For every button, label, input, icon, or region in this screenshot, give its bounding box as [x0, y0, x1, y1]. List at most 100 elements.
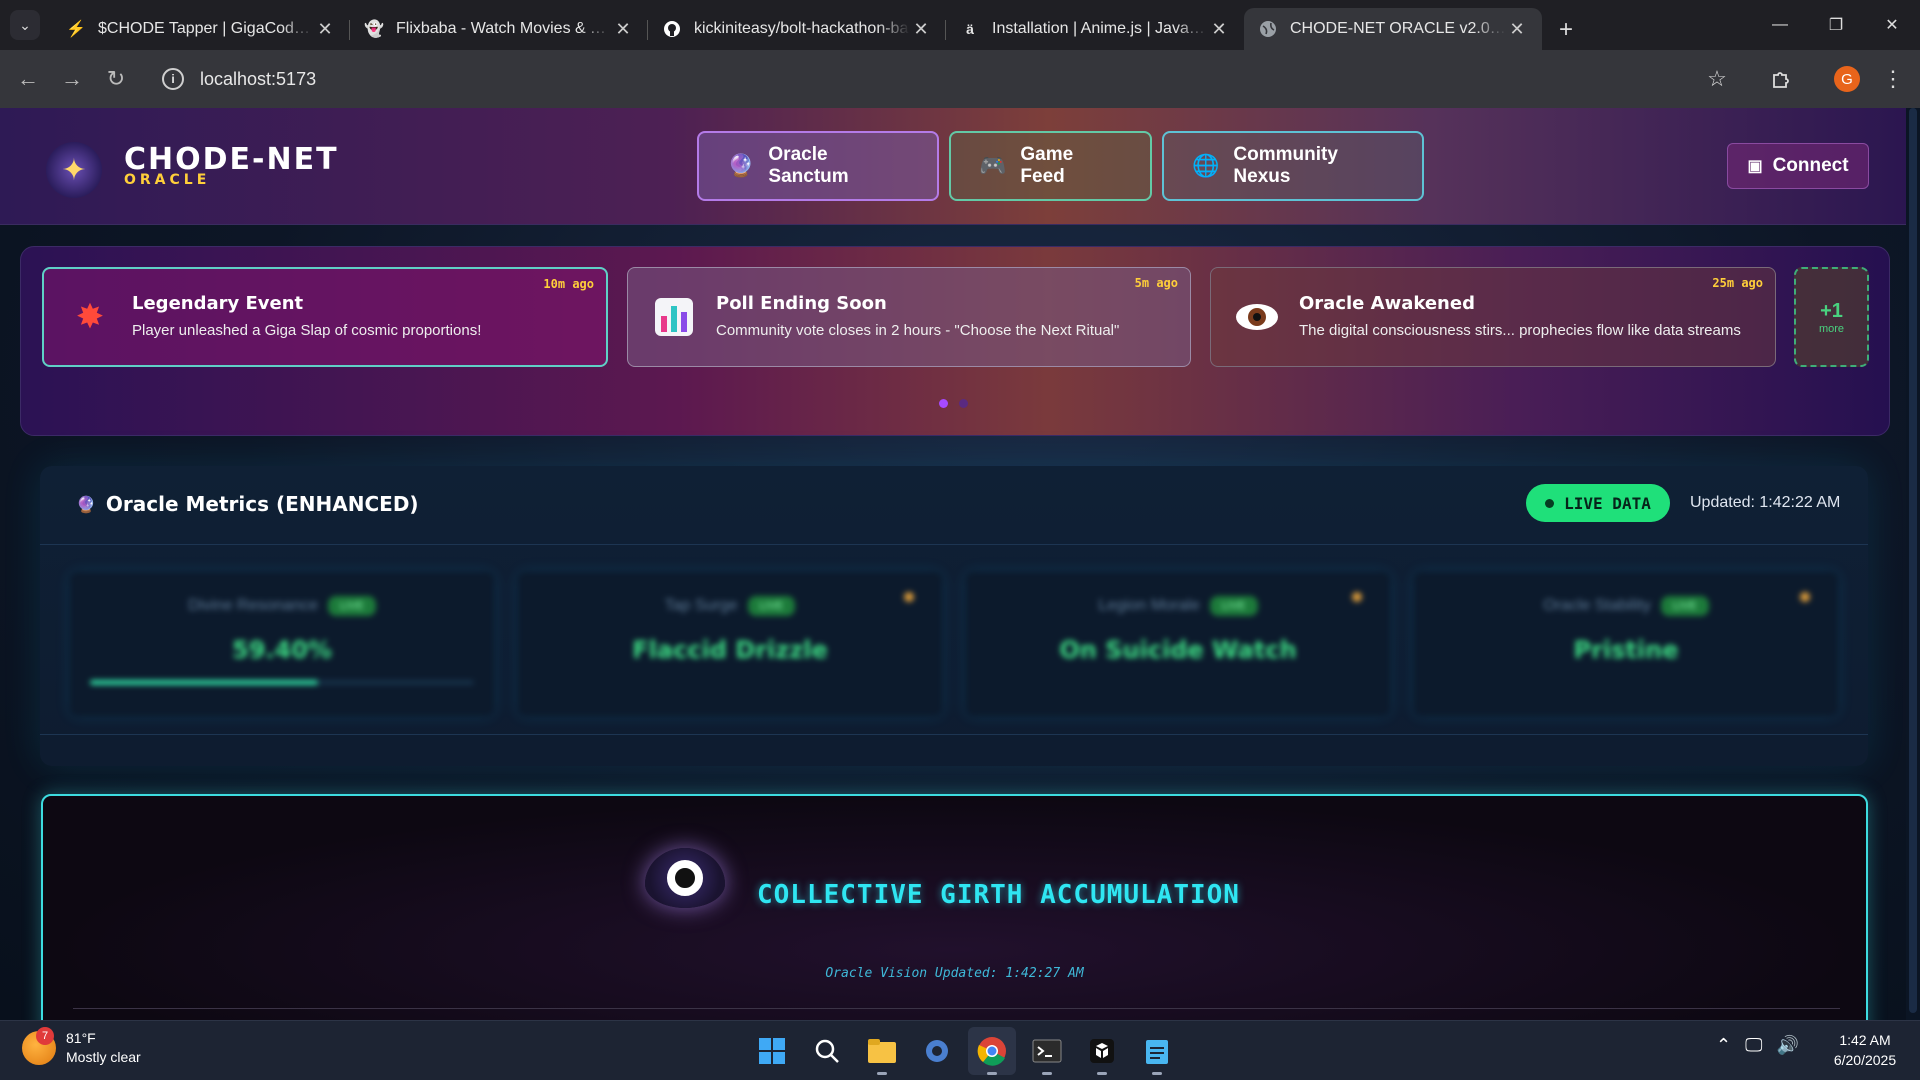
taskbar-apps: [748, 1027, 1188, 1075]
tab-title: CHODE-NET ORACLE v2.0 - Inte: [1290, 20, 1506, 37]
notification-desc: The digital consciousness stirs... proph…: [1299, 322, 1741, 339]
close-tab-icon[interactable]: ✕: [1208, 19, 1230, 40]
metrics-title: 🔮 Oracle Metrics (ENHANCED): [76, 492, 419, 516]
notification-title: Oracle Awakened: [1299, 293, 1475, 314]
chevron-up-icon[interactable]: ⌃: [1716, 1035, 1731, 1056]
close-tab-icon[interactable]: ✕: [314, 19, 336, 40]
browser-menu-icon[interactable]: ⋮: [1872, 58, 1914, 100]
cube-app-icon[interactable]: [1078, 1027, 1126, 1075]
close-tab-icon[interactable]: ✕: [910, 19, 932, 40]
browser-tab[interactable]: ⚡ $CHODE Tapper | GigaCode | Su ✕: [52, 8, 350, 50]
eye-icon: [1235, 295, 1279, 339]
extensions-puzzle-icon[interactable]: [1760, 58, 1802, 100]
app-viewport: ✦ CHODE-NET ORACLE 🔮 Oracle Sanctum 🎮 Ga…: [0, 108, 1906, 1020]
nav-community-nexus[interactable]: 🌐 Community Nexus: [1162, 131, 1424, 201]
metric-label: Tap Surge LIVE: [518, 596, 942, 616]
metrics-title-text: Oracle Metrics (ENHANCED): [105, 492, 419, 516]
more-notifications-button[interactable]: +1 more: [1794, 267, 1869, 367]
weather-temp: 81°F: [66, 1030, 96, 1046]
app-header: ✦ CHODE-NET ORACLE 🔮 Oracle Sanctum 🎮 Ga…: [0, 108, 1906, 225]
carousel-dot[interactable]: [959, 399, 968, 408]
browser-tab-active[interactable]: CHODE-NET ORACLE v2.0 - Inte ✕: [1244, 8, 1542, 50]
browser-tab[interactable]: 👻 Flixbaba - Watch Movies & TV S ✕: [350, 8, 648, 50]
browser-tab[interactable]: kickiniteasy/bolt-hackathon-ba ✕: [648, 8, 946, 50]
bolt-icon: ⚡: [66, 21, 86, 38]
terminal-icon[interactable]: [1023, 1027, 1071, 1075]
metric-label-text: Tap Surge: [664, 597, 738, 615]
status-dot-icon: [1800, 592, 1810, 602]
site-info-icon[interactable]: i: [162, 68, 184, 90]
notification-card[interactable]: Poll Ending Soon Community vote closes i…: [627, 267, 1191, 367]
window-controls: — ❐ ✕: [1752, 0, 1920, 50]
metric-card-legion-morale: Legion Morale LIVE On Suicide Watch: [966, 572, 1390, 716]
notification-time: 10m ago: [543, 277, 594, 291]
oracle-vision-updated: Oracle Vision Updated: 1:42:27 AM: [825, 966, 1084, 981]
status-dot-icon: [904, 592, 914, 602]
notification-desc: Community vote closes in 2 hours - "Choo…: [716, 322, 1120, 339]
notification-title: Legendary Event: [132, 293, 304, 314]
back-arrow-icon[interactable]: ←: [6, 57, 50, 101]
close-tab-icon[interactable]: ✕: [612, 19, 634, 40]
globe-icon: 🌐: [1192, 153, 1220, 178]
globe-icon: [1258, 19, 1278, 39]
notepad-icon[interactable]: [1133, 1027, 1181, 1075]
nav-oracle-sanctum[interactable]: 🔮 Oracle Sanctum: [697, 131, 939, 201]
notification-desc: Player unleashed a Giga Slap of cosmic p…: [132, 322, 482, 339]
scrollbar-thumb[interactable]: [1909, 108, 1917, 1013]
connect-wallet-button[interactable]: ▣ Connect: [1727, 143, 1869, 189]
bookmark-star-icon[interactable]: ☆: [1696, 58, 1738, 100]
weather-widget[interactable]: 7 81°F Mostly clear: [22, 1027, 141, 1067]
status-dot-icon: [1352, 592, 1362, 602]
new-tab-button[interactable]: +: [1546, 10, 1586, 50]
forward-arrow-icon[interactable]: →: [50, 57, 94, 101]
metric-label: Divine Resonance LIVE: [70, 596, 494, 616]
carousel-dots: [939, 399, 979, 408]
notification-time: 25m ago: [1712, 276, 1763, 290]
tab-title: $CHODE Tapper | GigaCode | Su: [98, 20, 314, 37]
close-tab-icon[interactable]: ✕: [1506, 19, 1528, 40]
restore-icon[interactable]: ❐: [1808, 0, 1864, 50]
gear-app-icon[interactable]: [913, 1027, 961, 1075]
notification-card[interactable]: ✸ Legendary Event Player unleashed a Gig…: [42, 267, 608, 367]
network-icon[interactable]: 🖵: [1745, 1035, 1762, 1056]
browser-toolbar: ← → ↻ i localhost:5173 ☆ G ⋮: [0, 50, 1920, 108]
chrome-icon[interactable]: [968, 1027, 1016, 1075]
system-clock[interactable]: 1:42 AM 6/20/2025: [1820, 1030, 1910, 1070]
live-badge: LIVE: [747, 596, 796, 616]
volume-icon[interactable]: 🔊: [1776, 1035, 1798, 1056]
crystal-ball-icon: 🔮: [76, 494, 96, 514]
carousel-dot[interactable]: [939, 399, 948, 408]
nav-game-feed[interactable]: 🎮 Game Feed: [949, 131, 1152, 201]
browser-tab[interactable]: ä Installation | Anime.js | JavaScri ✕: [946, 8, 1244, 50]
brand-subtitle: ORACLE: [124, 172, 211, 188]
search-icon[interactable]: [803, 1027, 851, 1075]
metric-card-oracle-stability: Oracle Stability LIVE Pristine: [1414, 572, 1838, 716]
windows-start-icon[interactable]: [748, 1027, 796, 1075]
notification-card[interactable]: Oracle Awakened The digital consciousnes…: [1210, 267, 1776, 367]
browser-tab-bar: ⌄ ⚡ $CHODE Tapper | GigaCode | Su ✕ 👻 Fl…: [0, 0, 1920, 50]
ghost-icon: 👻: [364, 21, 384, 38]
divider: [40, 544, 1868, 545]
tab-title: kickiniteasy/bolt-hackathon-ba: [694, 20, 909, 37]
animejs-icon: ä: [966, 21, 974, 37]
live-dot-icon: [1545, 498, 1555, 508]
address-bar[interactable]: i localhost:5173: [148, 58, 1668, 100]
page-scrollbar[interactable]: [1906, 108, 1920, 1020]
github-icon: [662, 19, 682, 39]
metric-value: Flaccid Drizzle: [632, 636, 828, 664]
reload-icon[interactable]: ↻: [94, 57, 138, 101]
metric-value: 59.40%: [232, 636, 332, 664]
tab-search-chevron-icon[interactable]: ⌄: [10, 10, 40, 40]
url-text: localhost:5173: [200, 68, 317, 89]
divider: [73, 1008, 1840, 1009]
metric-label: Oracle Stability LIVE: [1414, 596, 1838, 616]
file-explorer-icon[interactable]: [858, 1027, 906, 1075]
close-window-icon[interactable]: ✕: [1864, 0, 1920, 50]
tab-strip: ⚡ $CHODE Tapper | GigaCode | Su ✕ 👻 Flix…: [52, 0, 1586, 50]
tab-title: Installation | Anime.js | JavaScri: [992, 20, 1208, 37]
minimize-icon[interactable]: —: [1752, 0, 1808, 50]
live-badge: LIVE: [328, 596, 376, 616]
explosion-icon: ✸: [75, 298, 105, 336]
collective-girth-panel: COLLECTIVE GIRTH ACCUMULATION Oracle Vis…: [41, 794, 1868, 1020]
profile-avatar[interactable]: G: [1826, 58, 1868, 100]
